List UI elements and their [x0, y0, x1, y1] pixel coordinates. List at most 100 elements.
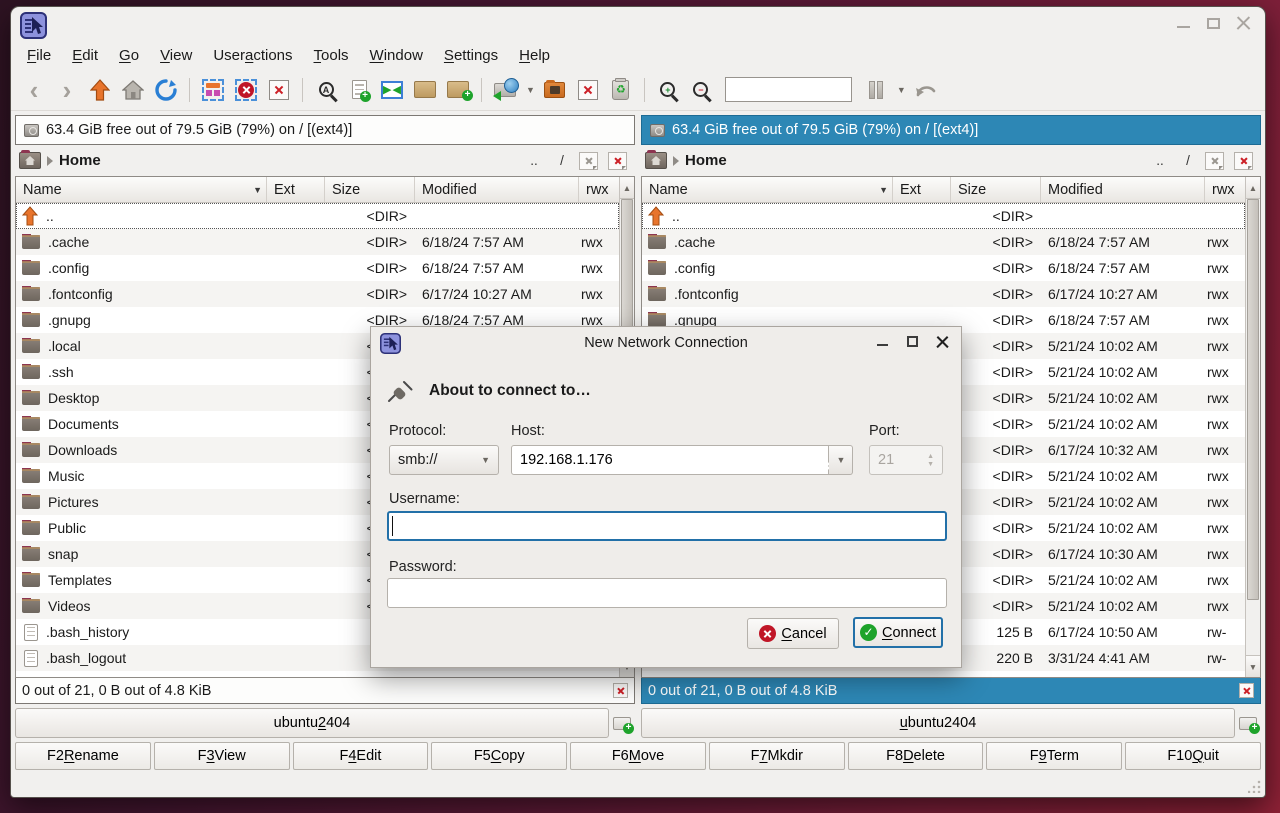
minimize-icon[interactable]	[1176, 16, 1191, 31]
go-up-button[interactable]: ..	[1149, 151, 1171, 171]
fkey-f2[interactable]: F2 Rename	[15, 742, 151, 770]
network-connect-icon[interactable]	[492, 77, 518, 103]
left-free-space-bar[interactable]: 63.4 GiB free out of 79.5 GiB (79%) on /…	[15, 115, 635, 145]
current-folder-label[interactable]: Home	[59, 152, 101, 169]
tab-ubuntu2404[interactable]: ubuntu2404	[15, 708, 609, 738]
column-header-modified[interactable]: Modified	[1041, 177, 1205, 202]
zoom-out-icon[interactable]: −	[688, 77, 714, 103]
menu-useractions[interactable]: Useractions	[213, 47, 292, 64]
menu-view[interactable]: View	[160, 47, 192, 64]
home-icon[interactable]	[120, 77, 146, 103]
network-dropdown-icon[interactable]: ▼	[526, 85, 535, 95]
scroll-up-icon[interactable]: ▲	[1246, 177, 1260, 199]
menu-edit[interactable]: Edit	[72, 47, 98, 64]
fkey-f5[interactable]: F5 Copy	[431, 742, 567, 770]
tab-ubuntu2404[interactable]: ubuntu2404	[641, 708, 1235, 738]
column-header-name[interactable]: Name▼	[642, 177, 893, 202]
menu-tools[interactable]: Tools	[314, 47, 349, 64]
file-row[interactable]: .cache<DIR>6/18/24 7:57 AMrwx	[16, 229, 619, 255]
fkey-f4[interactable]: F4 Edit	[293, 742, 429, 770]
file-row[interactable]: ..<DIR>	[16, 203, 619, 229]
host-dropdown-button[interactable]: ▼	[829, 445, 853, 475]
new-file-icon[interactable]: +	[346, 77, 372, 103]
cancel-operation-icon[interactable]	[266, 77, 292, 103]
add-tab-icon[interactable]	[1239, 715, 1259, 731]
fkey-f3[interactable]: F3 View	[154, 742, 290, 770]
columns-view-icon[interactable]	[863, 77, 889, 103]
password-input[interactable]	[387, 578, 947, 608]
dialog-maximize-icon[interactable]	[906, 335, 919, 348]
close-all-tabs-icon[interactable]	[608, 152, 627, 170]
maximize-icon[interactable]	[1206, 16, 1221, 31]
column-header-ext[interactable]: Ext	[267, 177, 325, 202]
close-all-tabs-icon[interactable]	[1234, 152, 1253, 170]
forward-icon[interactable]: ›	[54, 77, 80, 103]
file-row[interactable]: .config<DIR>6/18/24 7:57 AMrwx	[16, 255, 619, 281]
free-space-toggle-icon[interactable]	[1239, 683, 1254, 698]
column-header-ext[interactable]: Ext	[893, 177, 951, 202]
menu-go[interactable]: Go	[119, 47, 139, 64]
dialog-titlebar[interactable]: New Network Connection	[371, 327, 961, 359]
file-row[interactable]: ..<DIR>	[642, 203, 1245, 229]
fkey-f9[interactable]: F9 Term	[986, 742, 1122, 770]
quick-filter-input[interactable]	[725, 77, 852, 102]
menu-help[interactable]: Help	[519, 47, 550, 64]
up-directory-icon[interactable]	[87, 77, 113, 103]
fkey-f8[interactable]: F8 Delete	[848, 742, 984, 770]
refresh-icon[interactable]	[153, 77, 179, 103]
file-row[interactable]: .fontconfig<DIR>6/17/24 10:27 AMrwx	[642, 281, 1245, 307]
fkey-f7[interactable]: F7 Mkdir	[709, 742, 845, 770]
go-root-button[interactable]: /	[1177, 151, 1199, 171]
close-connection-icon[interactable]	[575, 77, 601, 103]
home-folder-icon[interactable]	[645, 152, 667, 169]
fkey-f6[interactable]: F6 Move	[570, 742, 706, 770]
menu-file[interactable]: File	[27, 47, 51, 64]
file-row[interactable]: .fontconfig<DIR>6/17/24 10:27 AMrwx	[16, 281, 619, 307]
file-row[interactable]: .config<DIR>6/18/24 7:57 AMrwx	[642, 255, 1245, 281]
dialog-minimize-icon[interactable]	[876, 335, 889, 348]
cancel-button[interactable]: Cancel	[747, 618, 839, 649]
mark-group-icon[interactable]	[200, 77, 226, 103]
file-row[interactable]: .cache<DIR>6/18/24 7:57 AMrwx	[642, 229, 1245, 255]
zoom-in-icon[interactable]: +	[655, 77, 681, 103]
undo-icon[interactable]	[913, 77, 939, 103]
close-tab-icon[interactable]	[1205, 152, 1224, 170]
extract-icon[interactable]: +	[445, 77, 471, 103]
scrollbar-thumb[interactable]	[1247, 199, 1259, 600]
unmark-group-icon[interactable]	[233, 77, 259, 103]
free-space-toggle-icon[interactable]	[613, 683, 628, 698]
column-header-modified[interactable]: Modified	[415, 177, 579, 202]
right-scrollbar[interactable]: ▲ ▼	[1245, 177, 1260, 677]
resize-grip-icon[interactable]	[1248, 780, 1261, 793]
fkey-f10[interactable]: F10 Quit	[1125, 742, 1261, 770]
column-header-size[interactable]: Size	[325, 177, 415, 202]
go-root-button[interactable]: /	[551, 151, 573, 171]
right-free-space-bar[interactable]: 63.4 GiB free out of 79.5 GiB (79%) on /…	[641, 115, 1261, 145]
columns-dropdown-icon[interactable]: ▼	[897, 85, 906, 95]
pack-icon[interactable]	[412, 77, 438, 103]
close-icon[interactable]	[1236, 16, 1251, 31]
username-input[interactable]	[387, 511, 947, 541]
search-icon[interactable]: A	[313, 77, 339, 103]
scroll-up-icon[interactable]: ▲	[620, 177, 634, 199]
spinner-arrows-icon[interactable]: ▲▼	[927, 454, 934, 467]
open-archive-icon[interactable]	[542, 77, 568, 103]
column-header-name[interactable]: Name▼	[16, 177, 267, 202]
column-header-size[interactable]: Size	[951, 177, 1041, 202]
swap-panels-icon[interactable]: ▶◀	[379, 77, 405, 103]
titlebar[interactable]	[11, 7, 1265, 41]
back-icon[interactable]: ‹	[21, 77, 47, 103]
current-folder-label[interactable]: Home	[685, 152, 727, 169]
column-header-rwx[interactable]: rwx	[1205, 177, 1245, 202]
protocol-select[interactable]: smb:// ▼	[389, 445, 499, 475]
connect-button[interactable]: ✓ Connect	[853, 617, 943, 648]
home-folder-icon[interactable]	[19, 152, 41, 169]
close-tab-icon[interactable]	[579, 152, 598, 170]
port-spinner[interactable]: 21 ▲▼	[869, 445, 943, 475]
column-header-rwx[interactable]: rwx	[579, 177, 619, 202]
trash-icon[interactable]: ♻	[608, 77, 634, 103]
scroll-down-icon[interactable]: ▼	[1246, 655, 1260, 677]
dialog-close-icon[interactable]	[936, 335, 949, 348]
menu-window[interactable]: Window	[370, 47, 423, 64]
menu-settings[interactable]: Settings	[444, 47, 498, 64]
